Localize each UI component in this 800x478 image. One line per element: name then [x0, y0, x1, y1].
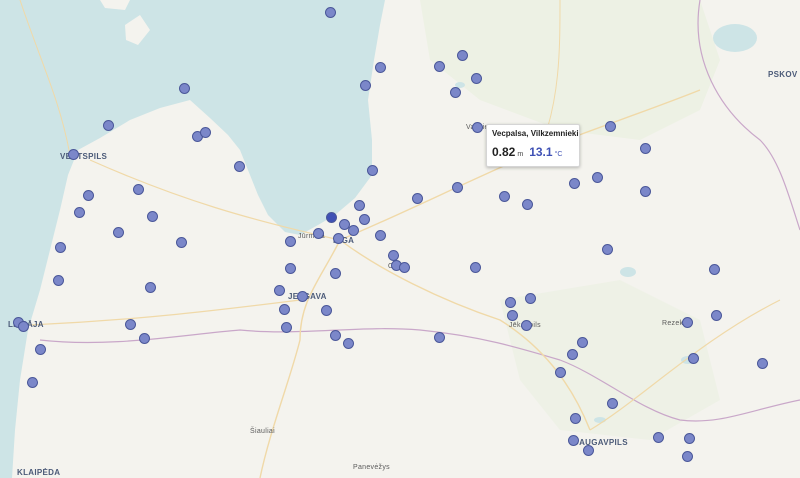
- station-marker[interactable]: [375, 62, 386, 73]
- station-marker[interactable]: [434, 61, 445, 72]
- tooltip-water-level: 0.82: [492, 145, 516, 159]
- station-marker[interactable]: [313, 228, 324, 239]
- basemap: [0, 0, 800, 478]
- station-marker[interactable]: [179, 83, 190, 94]
- station-marker[interactable]: [577, 337, 588, 348]
- station-marker[interactable]: [321, 305, 332, 316]
- station-marker[interactable]: [568, 435, 579, 446]
- station-marker[interactable]: [354, 200, 365, 211]
- station-marker[interactable]: [133, 184, 144, 195]
- station-marker[interactable]: [83, 190, 94, 201]
- station-marker[interactable]: [367, 165, 378, 176]
- city-label-pskov: PSKOV: [768, 70, 798, 79]
- station-marker[interactable]: [525, 293, 536, 304]
- station-marker[interactable]: [285, 236, 296, 247]
- station-marker[interactable]: [234, 161, 245, 172]
- station-marker[interactable]: [711, 310, 722, 321]
- station-marker[interactable]: [602, 244, 613, 255]
- city-label-klaipeda: KLAIPĖDA: [17, 468, 61, 477]
- station-marker[interactable]: [200, 127, 211, 138]
- station-marker[interactable]: [74, 207, 85, 218]
- station-marker[interactable]: [605, 121, 616, 132]
- station-marker[interactable]: [757, 358, 768, 369]
- station-marker[interactable]: [653, 432, 664, 443]
- station-marker[interactable]: [507, 310, 518, 321]
- station-marker[interactable]: [139, 333, 150, 344]
- station-marker[interactable]: [450, 87, 461, 98]
- station-tooltip: Vecpalsa, Vilkzemnieki 0.82 m 13.1 °C: [486, 124, 580, 167]
- station-marker[interactable]: [570, 413, 581, 424]
- station-marker[interactable]: [640, 143, 651, 154]
- city-label-daugavpils: DAUGAVPILS: [573, 438, 628, 447]
- station-marker[interactable]: [53, 275, 64, 286]
- station-marker[interactable]: [688, 353, 699, 364]
- city-label-siauliai: Šiauliai: [250, 428, 275, 435]
- station-marker[interactable]: [505, 297, 516, 308]
- station-marker[interactable]: [27, 377, 38, 388]
- station-marker[interactable]: [348, 225, 359, 236]
- station-marker[interactable]: [457, 50, 468, 61]
- station-marker[interactable]: [113, 227, 124, 238]
- station-marker[interactable]: [592, 172, 603, 183]
- station-marker[interactable]: [145, 282, 156, 293]
- station-marker[interactable]: [297, 291, 308, 302]
- station-marker[interactable]: [470, 262, 481, 273]
- station-marker[interactable]: [55, 242, 66, 253]
- station-marker[interactable]: [434, 332, 445, 343]
- station-marker[interactable]: [68, 149, 79, 160]
- station-marker[interactable]: [607, 398, 618, 409]
- station-marker[interactable]: [343, 338, 354, 349]
- map-canvas[interactable]: VENTSPILS LIEPĀJA RIGA JELGAVA DAUGAVPIL…: [0, 0, 800, 478]
- station-marker[interactable]: [281, 322, 292, 333]
- station-marker[interactable]: [375, 230, 386, 241]
- station-marker[interactable]: [125, 319, 136, 330]
- station-marker[interactable]: [333, 233, 344, 244]
- tooltip-temperature: 13.1: [529, 145, 553, 159]
- station-marker[interactable]: [567, 349, 578, 360]
- tooltip-water-level-unit: m: [517, 151, 524, 158]
- station-marker[interactable]: [35, 344, 46, 355]
- tooltip-temperature-unit: °C: [554, 151, 563, 158]
- station-marker[interactable]: [682, 317, 693, 328]
- city-label-panevezys: Panevėžys: [353, 464, 390, 471]
- station-marker[interactable]: [640, 186, 651, 197]
- station-marker[interactable]: [176, 237, 187, 248]
- station-marker[interactable]: [682, 451, 693, 462]
- station-marker[interactable]: [330, 268, 341, 279]
- station-marker[interactable]: [326, 212, 337, 223]
- station-marker[interactable]: [359, 214, 370, 225]
- station-marker[interactable]: [583, 445, 594, 456]
- station-marker[interactable]: [452, 182, 463, 193]
- station-marker[interactable]: [709, 264, 720, 275]
- station-marker[interactable]: [360, 80, 371, 91]
- station-marker[interactable]: [684, 433, 695, 444]
- tooltip-station-name: Vecpalsa, Vilkzemnieki: [492, 129, 579, 138]
- station-marker[interactable]: [399, 262, 410, 273]
- station-marker[interactable]: [472, 122, 483, 133]
- station-marker[interactable]: [522, 199, 533, 210]
- station-marker[interactable]: [274, 285, 285, 296]
- station-marker[interactable]: [330, 330, 341, 341]
- station-marker[interactable]: [285, 263, 296, 274]
- station-marker[interactable]: [18, 321, 29, 332]
- station-marker[interactable]: [555, 367, 566, 378]
- station-marker[interactable]: [325, 7, 336, 18]
- station-marker[interactable]: [521, 320, 532, 331]
- station-marker[interactable]: [569, 178, 580, 189]
- station-marker[interactable]: [147, 211, 158, 222]
- station-marker[interactable]: [471, 73, 482, 84]
- station-marker[interactable]: [412, 193, 423, 204]
- station-marker[interactable]: [103, 120, 114, 131]
- station-marker[interactable]: [279, 304, 290, 315]
- station-marker[interactable]: [499, 191, 510, 202]
